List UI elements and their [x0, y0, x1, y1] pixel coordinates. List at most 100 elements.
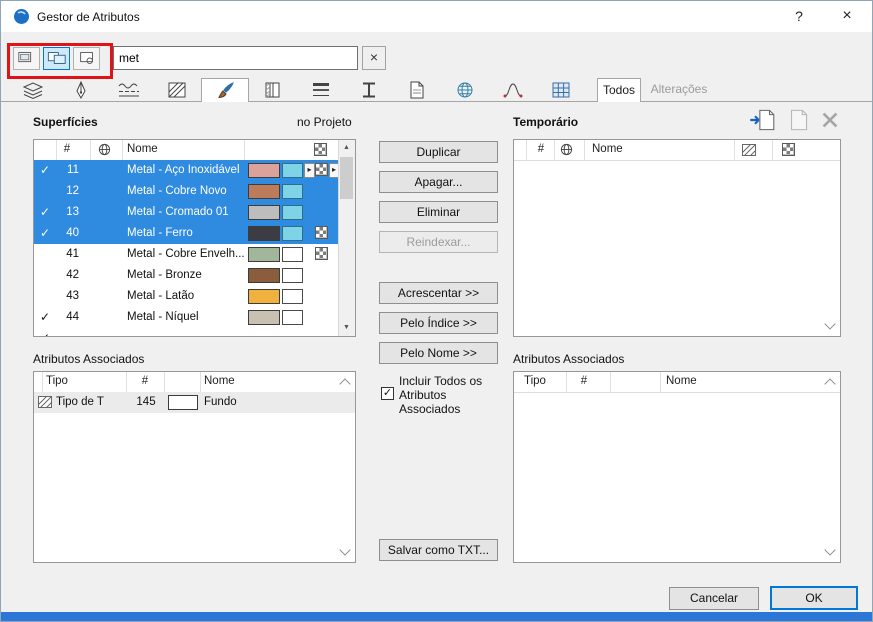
- line-types-icon: [117, 80, 141, 100]
- row-popup-arrow[interactable]: ▸: [304, 163, 315, 178]
- row-index: 44: [52, 311, 79, 323]
- column-divider: [526, 140, 527, 160]
- surface-row[interactable]: 43 Metal - Latão: [34, 286, 339, 307]
- surface-row[interactable]: ✓ 40 Metal - Ferro: [34, 223, 339, 244]
- temporary-table-body: [514, 160, 840, 336]
- row-preview-box[interactable]: [282, 226, 303, 241]
- right-assoc-title: Atributos Associados: [513, 352, 624, 366]
- vertical-scrollbar[interactable]: ▲ ▼: [338, 140, 355, 336]
- surface-row-partial[interactable]: ✓: [34, 328, 339, 336]
- texture-column-icon: [314, 143, 327, 156]
- zone-ibeam-icon: [357, 80, 381, 100]
- import-attributes-button[interactable]: [747, 107, 777, 133]
- row-name: Metal - Cobre Novo: [127, 185, 246, 197]
- globe-column-icon: [98, 143, 111, 159]
- tab-surfaces[interactable]: [201, 78, 249, 102]
- surface-row[interactable]: 12 Metal - Cobre Novo: [34, 181, 339, 202]
- row-color-swatch[interactable]: [248, 289, 280, 304]
- close-icon[interactable]: ×: [834, 6, 860, 26]
- row-preview-box[interactable]: [282, 289, 303, 304]
- tab-composites[interactable]: [249, 80, 297, 101]
- row-color-swatch[interactable]: [248, 247, 280, 262]
- tab-cities[interactable]: [441, 80, 489, 101]
- incluir-checkbox[interactable]: ✓: [381, 387, 394, 400]
- eliminar-button[interactable]: Eliminar: [379, 201, 498, 223]
- cancel-button[interactable]: Cancelar: [669, 587, 759, 610]
- dual-window-filter-icon: [47, 50, 67, 66]
- row-color-swatch[interactable]: [248, 205, 280, 220]
- surface-row[interactable]: 41 Metal - Cobre Envelh...: [34, 244, 339, 265]
- row-preview-box[interactable]: [282, 310, 303, 325]
- delete-x-icon: [815, 107, 845, 133]
- apagar-button[interactable]: Apagar...: [379, 171, 498, 193]
- clear-search-button[interactable]: ×: [362, 46, 386, 70]
- row-color-swatch[interactable]: [248, 310, 280, 325]
- row-color-swatch[interactable]: [248, 268, 280, 283]
- pelo-nome-button[interactable]: Pelo Nome >>: [379, 342, 498, 364]
- column-divider: [90, 140, 91, 160]
- row-name: Metal - Aço Inoxidável: [127, 164, 246, 176]
- scroll-up-button[interactable]: ▲: [339, 140, 354, 156]
- row-name: Metal - Bronze: [127, 269, 246, 281]
- import-file-icon: [747, 107, 777, 133]
- scrollbar-thumb[interactable]: [340, 157, 353, 199]
- assoc-nome: Fundo: [204, 396, 237, 408]
- help-button[interactable]: ?: [788, 8, 810, 26]
- row-color-swatch[interactable]: [248, 184, 280, 199]
- column-divider: [122, 140, 123, 160]
- pelo-indice-button[interactable]: Pelo Índice >>: [379, 312, 498, 334]
- row-preview-box[interactable]: [282, 163, 303, 178]
- tab-profiles[interactable]: [297, 80, 345, 101]
- surface-row[interactable]: ✓ 13 Metal - Cromado 01: [34, 202, 339, 223]
- acrescentar-button[interactable]: Acrescentar >>: [379, 282, 498, 304]
- row-index: 43: [52, 290, 79, 302]
- delete-temporary-button[interactable]: [815, 107, 845, 133]
- tab-mep-systems[interactable]: [537, 80, 585, 101]
- filter-scope-project-button[interactable]: [13, 47, 40, 70]
- surface-row[interactable]: ✓ 11 Metal - Aço Inoxidável ▸ ▸: [34, 160, 339, 181]
- tab-pens[interactable]: [57, 80, 105, 101]
- ok-button[interactable]: OK: [770, 586, 858, 610]
- row-preview-box[interactable]: [282, 247, 303, 262]
- profiles-icon: [309, 80, 333, 100]
- row-texture-icon: [315, 226, 328, 239]
- document-icon: [405, 80, 429, 100]
- surfaces-table-header: # Nome: [34, 140, 339, 161]
- row-index: 42: [52, 269, 79, 281]
- row-preview-box[interactable]: [282, 268, 303, 283]
- texture-column-icon: [782, 143, 795, 156]
- scroll-down-button[interactable]: ▼: [339, 320, 354, 336]
- row-color-swatch[interactable]: [248, 226, 280, 241]
- column-divider: [734, 140, 735, 160]
- paint-brush-icon: [213, 81, 237, 101]
- titlebar: Gestor de Atributos ? ×: [1, 1, 872, 32]
- new-attribute-button[interactable]: [783, 107, 813, 133]
- tab-operation-profiles[interactable]: [489, 80, 537, 101]
- assoc-row[interactable]: Tipo de T 145 Fundo: [34, 392, 355, 413]
- operation-profile-curve-icon: [501, 80, 525, 100]
- filter-scope-temporary-button[interactable]: [73, 47, 100, 70]
- tab-layers[interactable]: [9, 80, 57, 101]
- attribute-type-tabstrip: Todos Alterações: [1, 78, 873, 102]
- search-input[interactable]: [113, 46, 358, 70]
- window-filter-icon: [17, 50, 37, 66]
- tab-todos[interactable]: Todos: [597, 78, 641, 102]
- duplicar-button[interactable]: Duplicar: [379, 141, 498, 163]
- tab-zone-categories[interactable]: [345, 80, 393, 101]
- row-preview-box[interactable]: [282, 205, 303, 220]
- col-nome: Nome: [204, 375, 235, 387]
- tab-alteracoes[interactable]: Alterações: [643, 78, 715, 102]
- column-divider: [566, 372, 567, 392]
- col-nome: Nome: [127, 143, 158, 155]
- surface-row[interactable]: 42 Metal - Bronze: [34, 265, 339, 286]
- tab-line-types[interactable]: [105, 80, 153, 101]
- salvar-txt-button[interactable]: Salvar como TXT...: [379, 539, 498, 561]
- row-preview-box[interactable]: [282, 184, 303, 199]
- left-assoc-table: Tipo # Nome Tipo de T 145 Fundo: [33, 371, 356, 563]
- tab-fill-types[interactable]: [153, 80, 201, 101]
- left-assoc-body: Tipo de T 145 Fundo: [34, 392, 355, 562]
- row-color-swatch[interactable]: [248, 163, 280, 178]
- filter-scope-both-button[interactable]: [43, 47, 70, 70]
- surface-row[interactable]: ✓ 44 Metal - Níquel: [34, 307, 339, 328]
- tab-markup-styles[interactable]: [393, 80, 441, 101]
